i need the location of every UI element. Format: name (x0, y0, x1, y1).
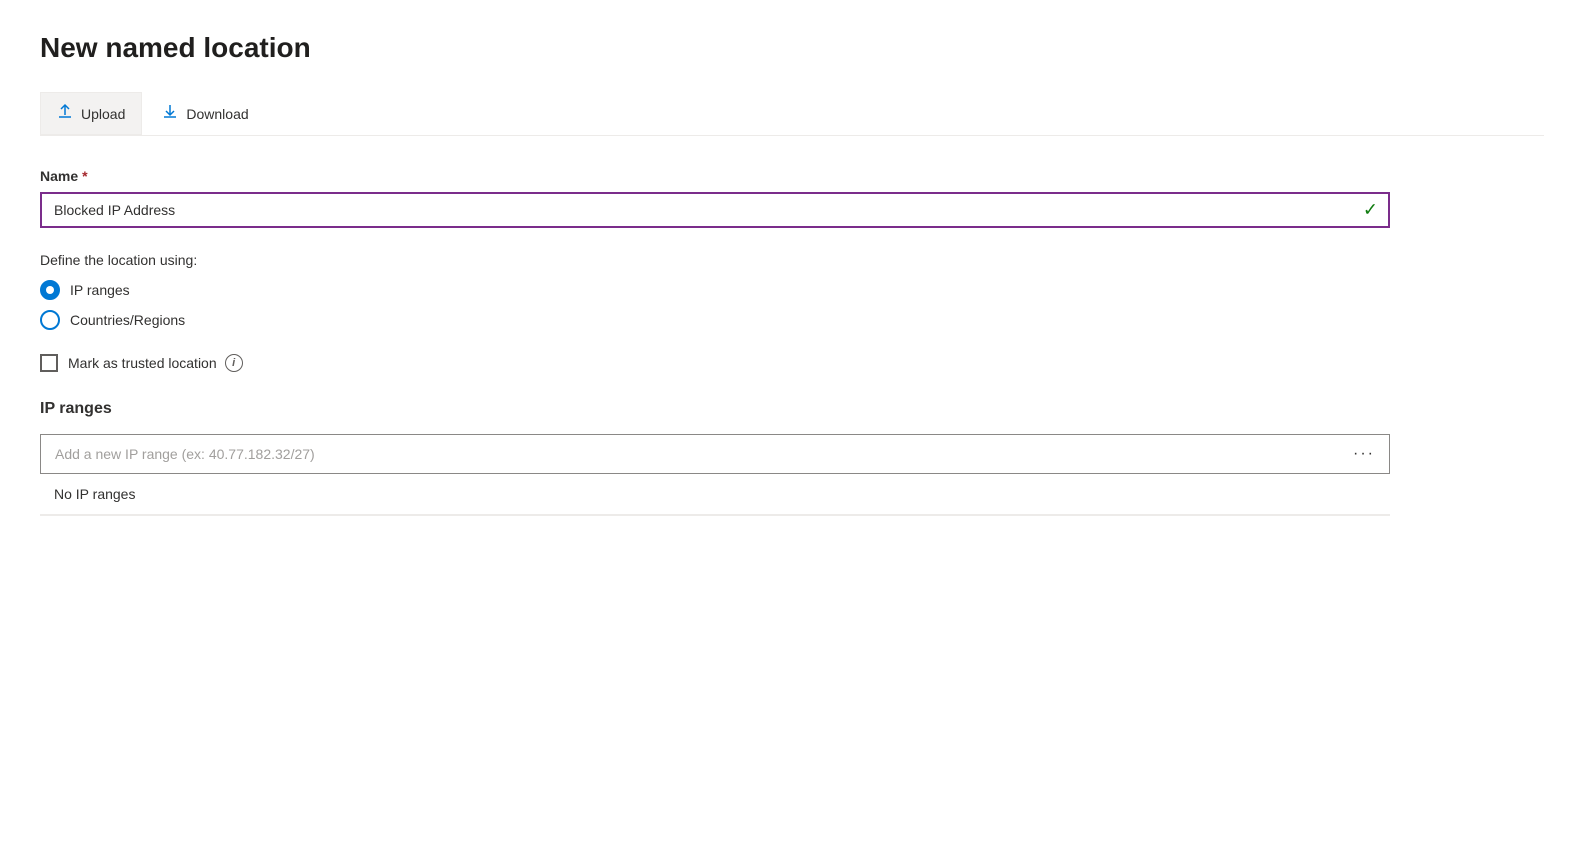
trusted-location-group: Mark as trusted location i (40, 354, 1440, 372)
radio-countries-label[interactable]: Countries/Regions (70, 312, 185, 328)
upload-label: Upload (81, 106, 125, 122)
page-title: New named location (40, 32, 1544, 64)
upload-icon (57, 103, 73, 124)
ip-input-row: ··· (40, 434, 1390, 474)
no-ip-ranges-text: No IP ranges (40, 474, 1390, 515)
ip-range-input[interactable] (41, 436, 1339, 472)
download-label: Download (186, 106, 248, 122)
trusted-location-checkbox[interactable] (40, 354, 58, 372)
form-section: Name * ✓ Define the location using: IP r… (40, 168, 1440, 516)
ip-ranges-section: IP ranges ··· No IP ranges (40, 400, 1440, 516)
name-input-wrapper: ✓ (40, 192, 1390, 228)
define-label: Define the location using: (40, 252, 1440, 268)
define-location-group: Define the location using: IP ranges Cou… (40, 252, 1440, 330)
trusted-location-info-icon[interactable]: i (225, 354, 243, 372)
name-valid-icon: ✓ (1363, 200, 1378, 221)
trusted-location-label[interactable]: Mark as trusted location i (68, 354, 243, 372)
upload-button[interactable]: Upload (40, 92, 142, 135)
radio-ip-ranges-label[interactable]: IP ranges (70, 282, 130, 298)
radio-ip-ranges[interactable] (40, 280, 60, 300)
ip-range-more-button[interactable]: ··· (1339, 435, 1389, 473)
radio-countries-item[interactable]: Countries/Regions (40, 310, 1440, 330)
name-field-group: Name * ✓ (40, 168, 1440, 228)
ip-ranges-divider (40, 515, 1390, 516)
download-icon (162, 103, 178, 124)
location-type-radio-group: IP ranges Countries/Regions (40, 280, 1440, 330)
name-input[interactable] (40, 192, 1390, 228)
toolbar: Upload Download (40, 92, 1544, 136)
required-indicator: * (82, 168, 87, 184)
download-button[interactable]: Download (146, 93, 264, 134)
radio-countries[interactable] (40, 310, 60, 330)
name-label: Name * (40, 168, 1440, 184)
ip-ranges-title: IP ranges (40, 400, 1440, 418)
radio-ip-ranges-item[interactable]: IP ranges (40, 280, 1440, 300)
